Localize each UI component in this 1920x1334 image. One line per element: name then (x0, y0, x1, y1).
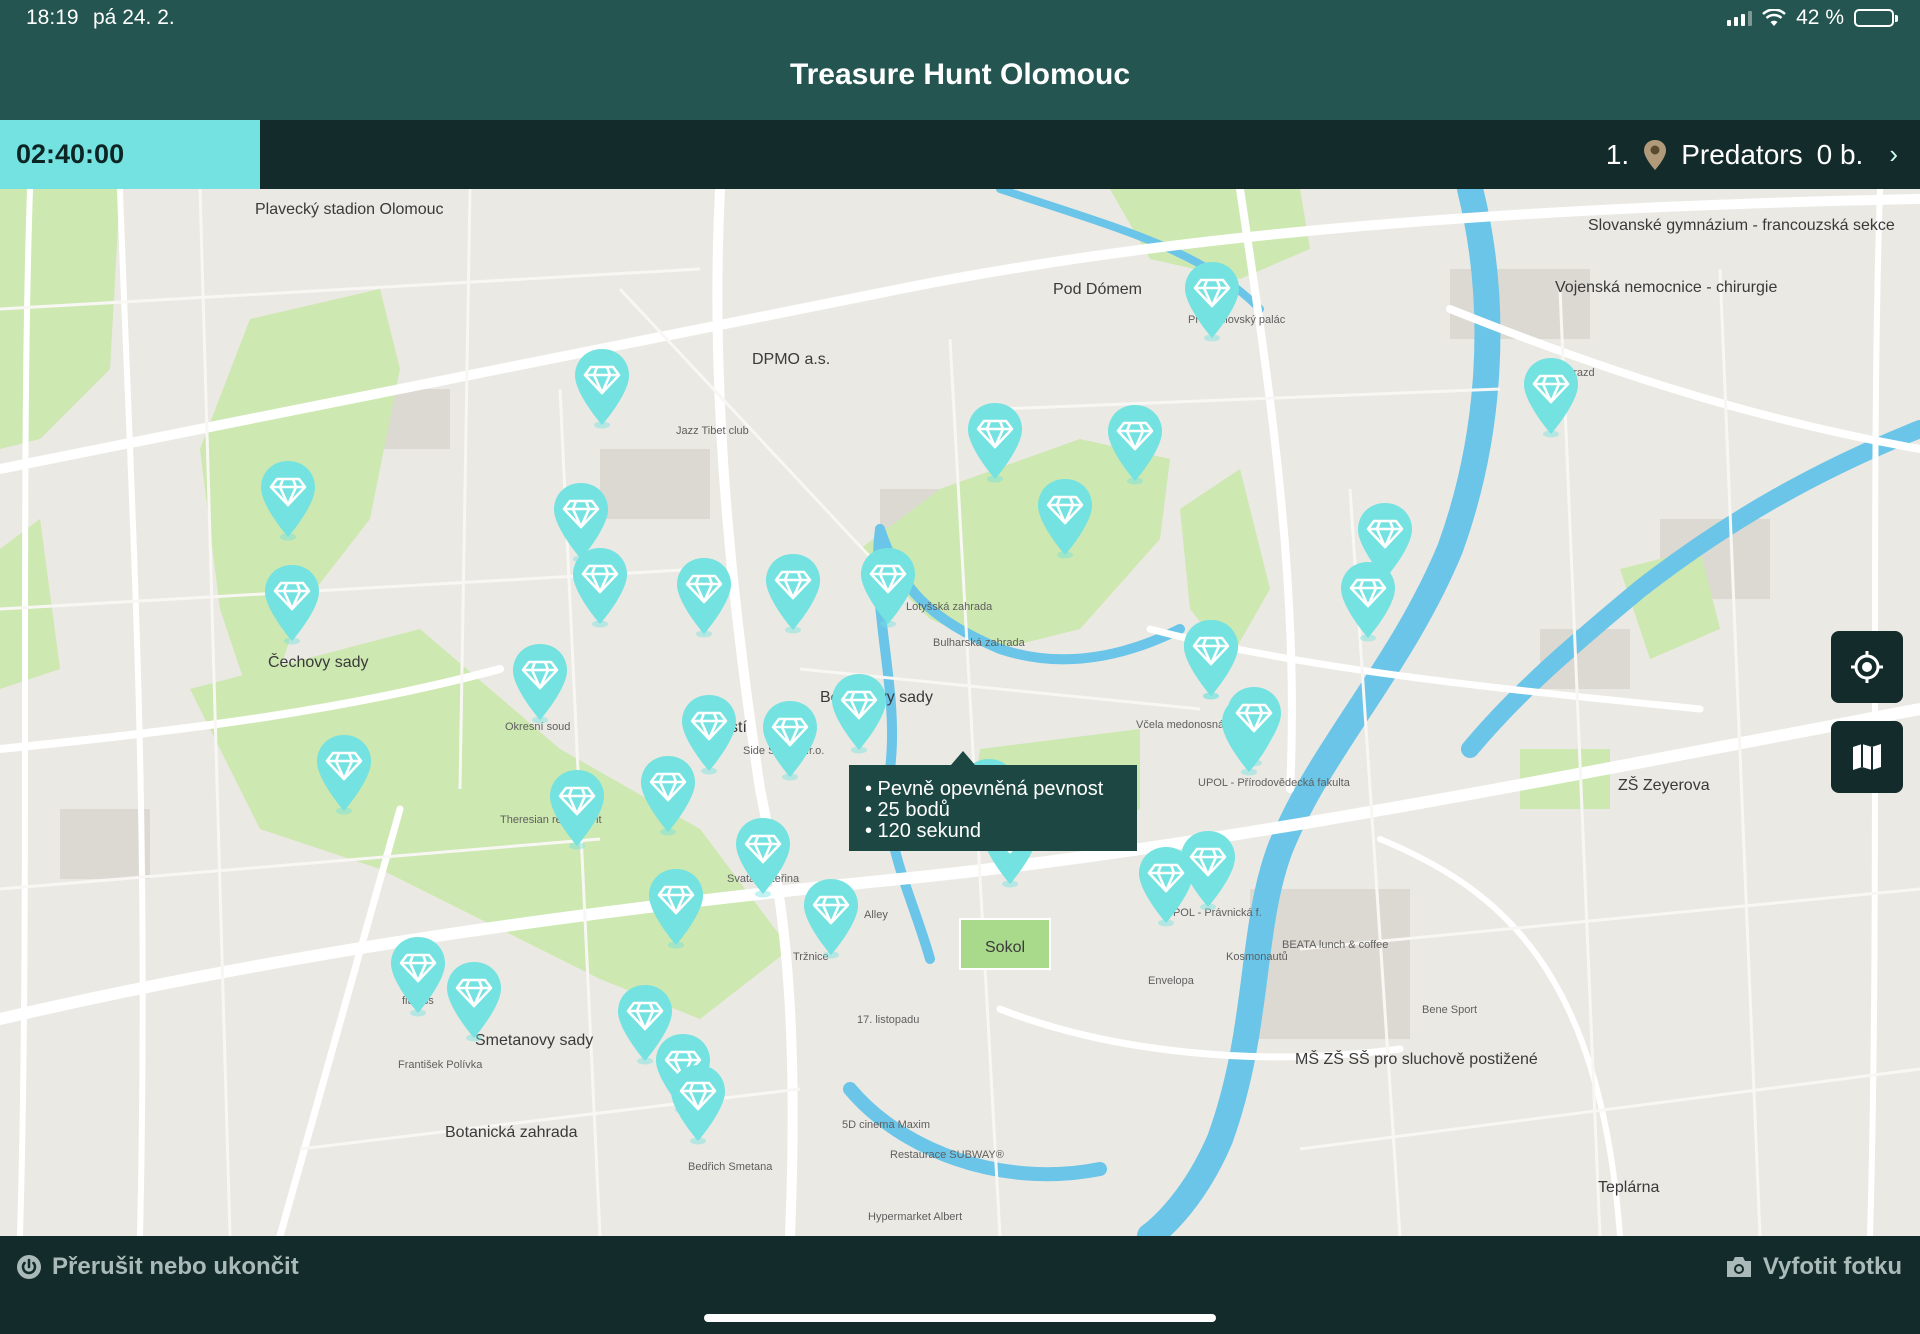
map-label: Pod Dómem (1053, 281, 1142, 298)
map-label: Lotyšská zahrada (906, 601, 993, 613)
map-label: 5D cinema Maxim (842, 1119, 931, 1131)
diamond-pin-icon[interactable] (764, 552, 822, 634)
map-label: UPOL - Přírodovědecká fakulta (1198, 777, 1350, 789)
chevron-right-icon: › (1889, 139, 1898, 169)
diamond-pin-icon[interactable] (571, 546, 629, 628)
battery-icon (1854, 9, 1898, 27)
map-label: Envelopa (1148, 975, 1194, 987)
treasure-tooltip: • Pevně opevněná pevnost • 25 bodů • 120… (849, 751, 1137, 851)
status-time: 18:19 (26, 6, 79, 29)
tooltip-line: • 120 sekund (865, 820, 981, 842)
take-photo-label: Vyfotit fotku (1762, 1253, 1902, 1280)
status-date: pá 24. 2. (93, 6, 175, 29)
map-base-layer (0, 189, 1920, 1236)
diamond-pin-icon[interactable] (966, 401, 1024, 483)
team-rank: 1. (1605, 138, 1630, 170)
map-label: 17. listopadu (857, 1014, 920, 1026)
team-points: 0 b. (1816, 138, 1864, 170)
diamond-pin-icon[interactable] (859, 546, 917, 628)
diamond-pin-icon[interactable] (1137, 845, 1195, 927)
wifi-icon (1762, 9, 1786, 26)
interrupt-label: Přerušit nebo ukončit (52, 1253, 299, 1280)
city-map[interactable]: Čechovy sady Smetanovy sady Botanická za… (0, 189, 1920, 1236)
app-header: 18:19 pá 24. 2. 42 % Treasure Hunt Olomo… (0, 0, 1920, 120)
diamond-pin-icon[interactable] (675, 556, 733, 638)
diamond-pin-icon[interactable] (734, 816, 792, 898)
map-label: Jazz Tibet club (676, 425, 749, 437)
team-name: Predators (1681, 138, 1803, 170)
diamond-pin-icon[interactable] (389, 935, 447, 1017)
power-icon (17, 1255, 41, 1279)
locate-button[interactable] (1831, 631, 1903, 703)
tooltip-line: • Pevně opevněná pevnost (865, 778, 1104, 800)
map-label: Botanická zahrada (445, 1124, 578, 1141)
cellular-signal-icon (1727, 10, 1753, 26)
leaderboard-button[interactable]: 1. Predators 0 b. › (1606, 120, 1898, 189)
map-label: Restaurace SUBWAY® (890, 1149, 1004, 1161)
map-label: Bene Sport (1422, 1004, 1478, 1016)
diamond-pin-icon[interactable] (511, 642, 569, 724)
diamond-pin-icon[interactable] (647, 867, 705, 949)
bottom-toolbar: Přerušit nebo ukončit Vyfotit fotku (0, 1236, 1920, 1334)
map-label: František Polívka (398, 1059, 483, 1071)
take-photo-button[interactable]: Vyfotit fotku (1725, 1253, 1902, 1281)
map-label: MŠ ZŠ SŠ pro sluchově postižené (1295, 1051, 1538, 1068)
map-label: Čechovy sady (268, 654, 369, 671)
map-label: Alley (864, 909, 888, 921)
tooltip-line: • 25 bodů (865, 799, 950, 821)
diamond-pin-icon[interactable] (1036, 477, 1094, 559)
diamond-pin-icon[interactable] (830, 672, 888, 754)
map-label: DPMO a.s. (752, 351, 831, 368)
map-label: Sokol (985, 939, 1026, 956)
diamond-pin-icon[interactable] (639, 754, 697, 836)
map-label: Plavecký stadion Olomouc (255, 201, 444, 218)
map-label: Teplárna (1598, 1179, 1660, 1196)
diamond-pin-icon[interactable] (259, 459, 317, 541)
map-label: Včela medonosná (1136, 719, 1225, 731)
diamond-pin-icon[interactable] (263, 563, 321, 645)
diamond-pin-icon[interactable] (548, 768, 606, 850)
diamond-pin-icon[interactable] (1182, 618, 1240, 700)
team-pin-icon (1644, 139, 1667, 170)
diamond-pin-icon[interactable] (802, 877, 860, 959)
diamond-pin-icon[interactable] (761, 699, 819, 781)
game-status-bar: 02:40:00 1. Predators 0 b. › (0, 120, 1920, 189)
countdown-timer: 02:40:00 (0, 120, 260, 189)
diamond-pin-icon[interactable] (669, 1063, 727, 1145)
map-label: BEATA lunch & coffee (1282, 939, 1389, 951)
app-root: 18:19 pá 24. 2. 42 % Treasure Hunt Olomo… (0, 0, 1920, 1334)
status-indicators: 42 % (1727, 6, 1898, 30)
diamond-pin-icon[interactable] (573, 347, 631, 429)
map-label: Hypermarket Albert (868, 1211, 963, 1223)
diamond-pin-icon[interactable] (1183, 260, 1241, 342)
map-layers-button[interactable] (1831, 721, 1903, 793)
map-layers-icon (1853, 744, 1881, 770)
map-label: Bedřich Smetana (688, 1161, 773, 1173)
battery-percent: 42 % (1796, 6, 1844, 29)
interrupt-button[interactable]: Přerušit nebo ukončit (16, 1253, 299, 1281)
diamond-pin-icon[interactable] (1106, 403, 1164, 485)
diamond-pin-icon[interactable] (445, 960, 503, 1042)
map-label: Slovanské gymnázium - francouzská sekce (1588, 217, 1895, 234)
locate-icon (1851, 651, 1883, 683)
map-label: Vojenská nemocnice - chirurgie (1555, 279, 1778, 296)
diamond-pin-icon[interactable] (1522, 356, 1580, 438)
map-label: Kosmonautů (1226, 951, 1288, 963)
diamond-pin-icon[interactable] (1339, 560, 1397, 642)
map-label: Bulharská zahrada (933, 637, 1025, 649)
diamond-pin-icon[interactable] (315, 733, 373, 815)
map-label: ZŠ Zeyerova (1618, 777, 1710, 794)
camera-icon (1726, 1257, 1751, 1277)
home-indicator[interactable] (704, 1314, 1216, 1322)
page-title: Treasure Hunt Olomouc (789, 58, 1131, 91)
